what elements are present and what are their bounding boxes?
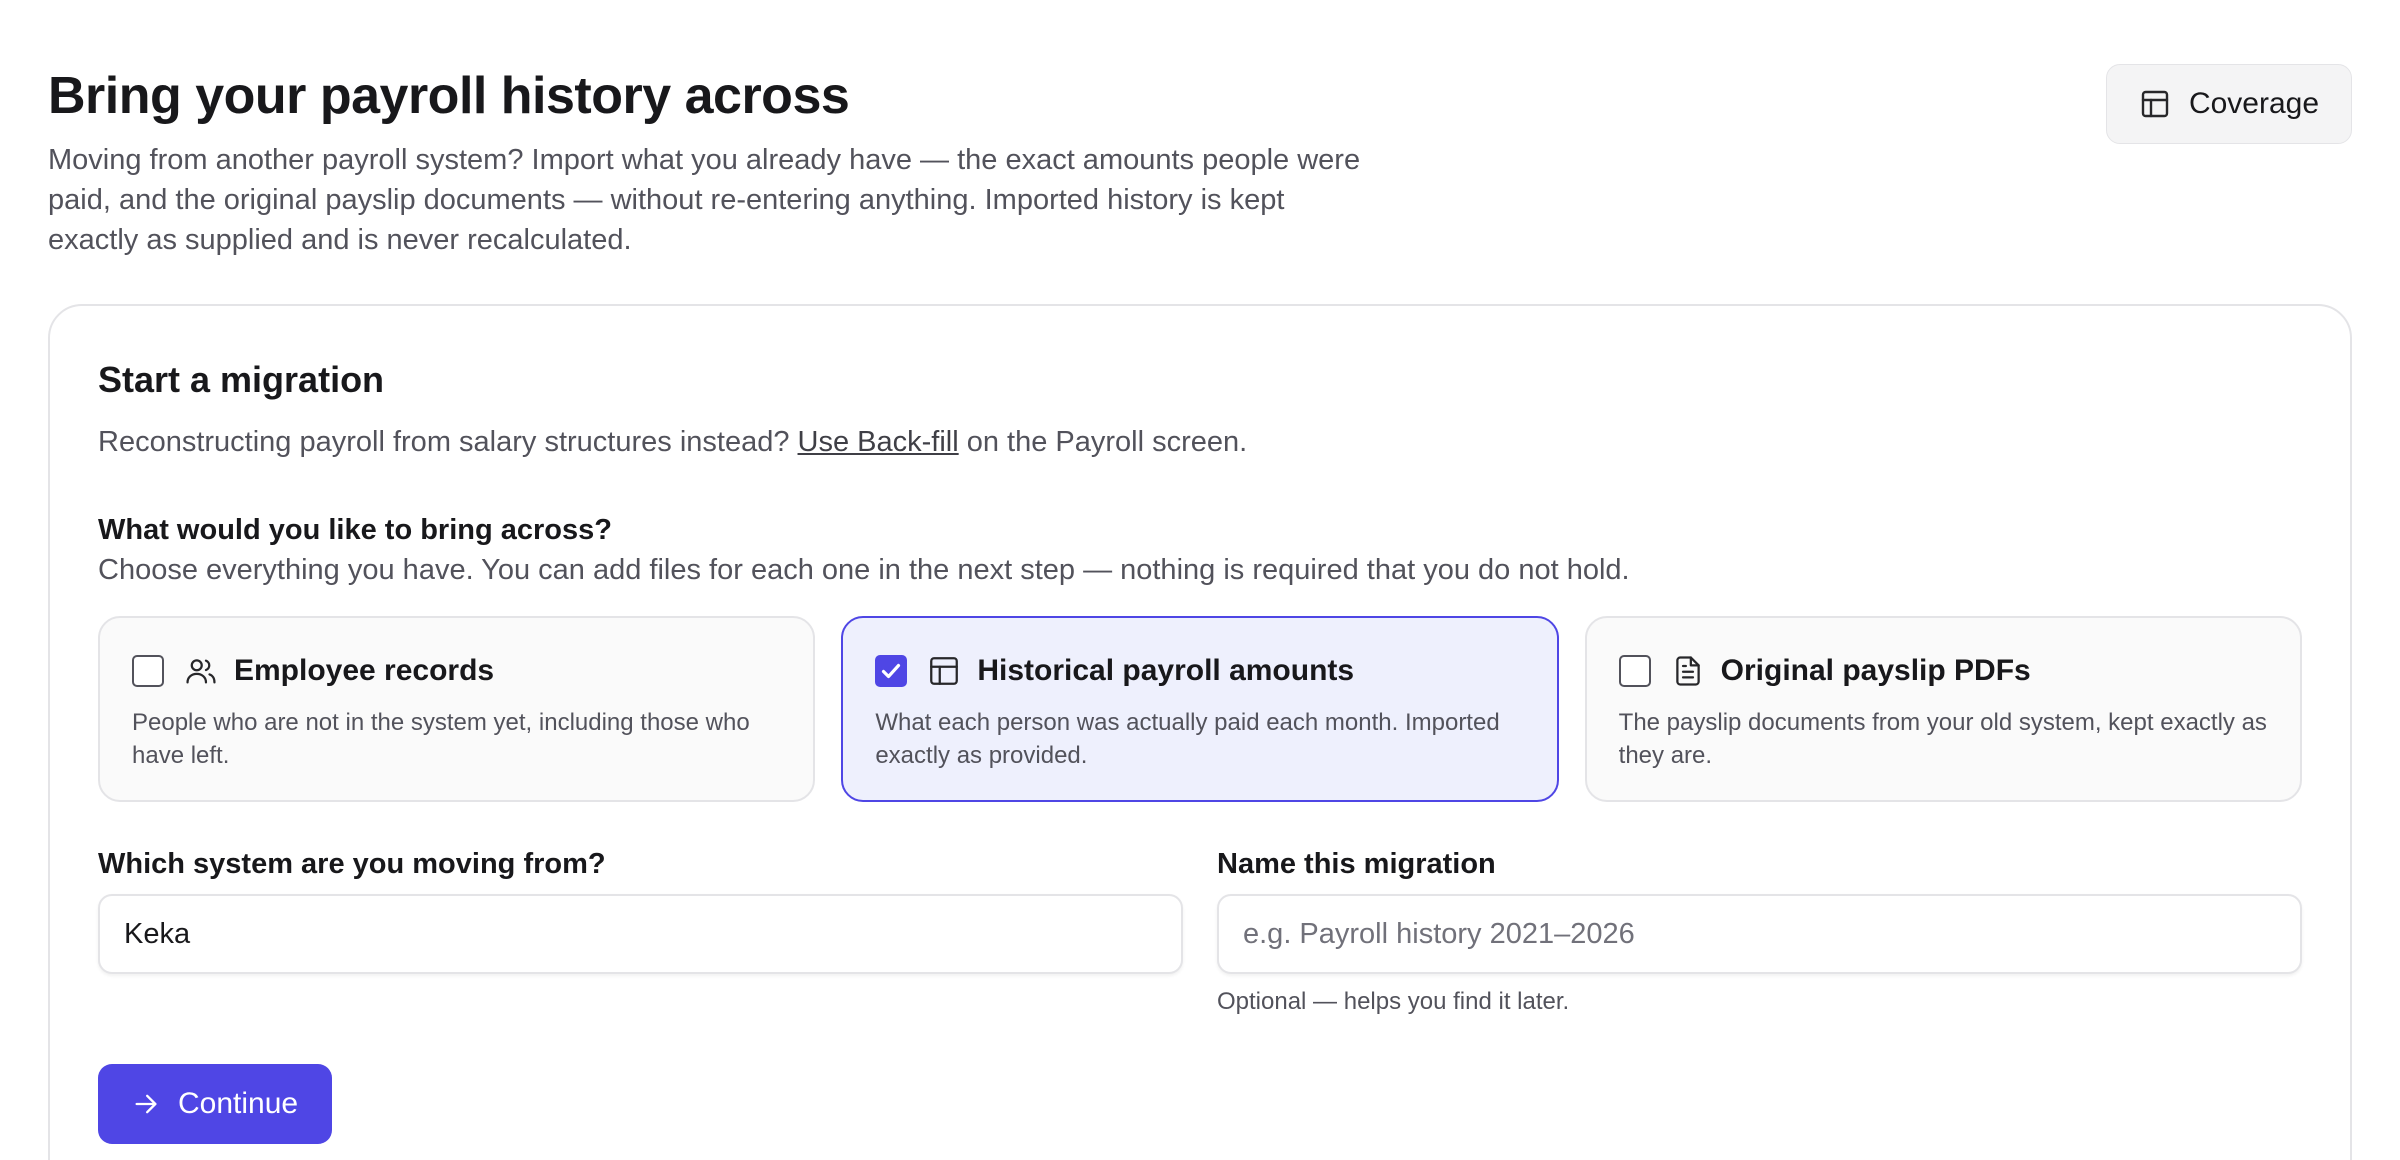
employee-records-checkbox[interactable] bbox=[132, 655, 164, 687]
migration-name-input[interactable] bbox=[1217, 894, 2302, 974]
option-employee-records[interactable]: Employee records People who are not in t… bbox=[98, 616, 816, 802]
option-description: People who are not in the system yet, in… bbox=[132, 709, 750, 769]
option-head: Historical payroll amounts bbox=[875, 654, 1524, 688]
import-options: Employee records People who are not in t… bbox=[98, 616, 2302, 802]
continue-label: Continue bbox=[178, 1087, 299, 1120]
source-system-field: Which system are you moving from? bbox=[98, 846, 1183, 1016]
option-description: What each person was actually paid each … bbox=[875, 709, 1500, 769]
coverage-label: Coverage bbox=[2188, 87, 2320, 120]
users-icon bbox=[186, 659, 216, 684]
option-description: The payslip documents from your old syst… bbox=[1618, 709, 2267, 769]
option-title: Historical payroll amounts bbox=[977, 654, 1355, 687]
table-icon bbox=[930, 657, 959, 685]
source-system-input[interactable] bbox=[98, 894, 1183, 974]
historical-payroll-checkbox[interactable] bbox=[875, 655, 908, 687]
question-subtitle: Choose everything you have. You can add … bbox=[98, 554, 1630, 586]
page-subtitle: Moving from another payroll system? Impo… bbox=[48, 144, 1361, 256]
arrow-right-icon bbox=[135, 1094, 157, 1114]
option-title: Employee records bbox=[234, 654, 495, 687]
page-title: Bring your payroll history across bbox=[48, 67, 850, 125]
payslip-pdfs-checkbox[interactable] bbox=[1618, 655, 1651, 687]
option-head: Employee records bbox=[132, 654, 781, 688]
page-header: Bring your payroll history across Moving… bbox=[48, 0, 2352, 260]
card-title: Start a migration bbox=[98, 359, 385, 400]
checkmark-icon bbox=[882, 663, 901, 679]
question-title: What would you like to bring across? bbox=[98, 514, 612, 546]
page: Bring your payroll history across Moving… bbox=[0, 0, 2400, 1160]
migration-fields: Which system are you moving from? Name t… bbox=[98, 846, 2302, 1016]
migration-name-hint: Optional — helps you find it later. bbox=[1217, 988, 1570, 1015]
document-icon bbox=[1675, 656, 1700, 686]
option-historical-payroll[interactable]: Historical payroll amounts What each per… bbox=[841, 616, 1559, 802]
card-description: Reconstructing payroll from salary struc… bbox=[98, 422, 2302, 462]
continue-button[interactable]: Continue bbox=[98, 1064, 333, 1144]
option-title: Original payslip PDFs bbox=[1720, 654, 2031, 687]
migration-name-label: Name this migration bbox=[1217, 848, 1496, 880]
option-payslip-pdfs[interactable]: Original payslip PDFs The payslip docume… bbox=[1584, 616, 2302, 802]
migration-card: Start a migration Reconstructing payroll… bbox=[48, 304, 2352, 1160]
source-system-label: Which system are you moving from? bbox=[98, 848, 606, 880]
card-desc-suffix: on the Payroll screen. bbox=[958, 426, 1248, 458]
migration-name-field: Name this migration Optional — helps you… bbox=[1217, 846, 2302, 1016]
coverage-button[interactable]: Coverage bbox=[2106, 64, 2352, 144]
option-head: Original payslip PDFs bbox=[1618, 654, 2268, 688]
card-desc-prefix: Reconstructing payroll from salary struc… bbox=[98, 426, 798, 458]
table-icon bbox=[2141, 90, 2169, 118]
use-backfill-link[interactable]: Use Back-fill bbox=[798, 426, 959, 458]
